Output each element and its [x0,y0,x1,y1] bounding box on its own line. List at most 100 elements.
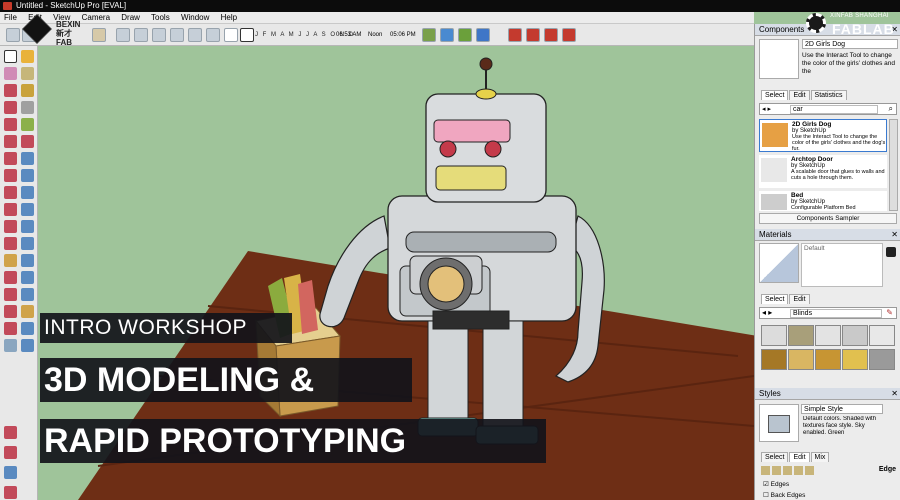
zoom-window-icon[interactable] [21,254,34,267]
material-swatch[interactable] [869,325,895,346]
paint-bucket-icon[interactable] [886,247,896,257]
components-footer[interactable]: Components Sampler [759,213,897,224]
tab-edit[interactable]: Edit [789,90,810,100]
back-edges-option[interactable]: ☐ Back Edges [763,491,805,499]
tab-edit[interactable]: Edit [789,452,810,462]
material-swatch[interactable] [761,325,787,346]
menu-draw[interactable]: Draw [121,13,140,22]
menu-tools[interactable]: Tools [151,13,170,22]
section-plane-icon[interactable] [21,288,34,301]
material-swatch[interactable] [815,325,841,346]
zoom-extents-icon[interactable] [206,28,220,42]
axes-icon[interactable] [4,220,17,233]
from-scratch-icon[interactable] [4,466,17,479]
menu-help[interactable]: Help [221,13,237,22]
material-swatch[interactable] [842,349,868,370]
orbit-tool-icon[interactable] [134,28,148,42]
material-swatch[interactable] [842,325,868,346]
pan-icon[interactable] [21,237,34,250]
wrench-icon[interactable] [4,486,17,499]
rectangle-icon[interactable] [4,84,17,97]
offset-icon[interactable] [21,169,34,182]
eyedropper-icon[interactable]: ✎ [886,308,893,317]
material-swatch[interactable] [869,349,895,370]
tape-measure-icon[interactable] [4,186,17,199]
follow-me-icon[interactable] [21,152,34,165]
sandbox-icon[interactable] [4,305,17,318]
drape-icon[interactable] [4,426,17,439]
component-list-item[interactable]: Bed by SketchUp Configurable Platform Be… [759,191,887,211]
from-contours-icon[interactable] [4,446,17,459]
fog-toggle-icon[interactable] [240,28,254,42]
rotate-icon[interactable] [4,152,17,165]
select-tool-icon[interactable] [6,28,20,42]
menu-window[interactable]: Window [181,13,209,22]
share-component-icon[interactable] [562,28,576,42]
scale-icon[interactable] [4,169,17,182]
text-icon[interactable] [21,203,34,216]
tab-select[interactable]: Select [761,90,789,100]
component-list-item[interactable]: Archtop Door by SketchUp A scalable door… [759,155,887,188]
interact-icon[interactable] [21,305,34,318]
tab-select[interactable]: Select [761,294,789,304]
flip-edge-icon[interactable] [21,322,34,335]
make-component-icon[interactable] [21,50,34,63]
materials-library-select[interactable]: Blinds [790,309,882,318]
camera-tool-icon[interactable] [116,28,130,42]
push-pull-icon[interactable] [21,135,34,148]
pan-tool-icon[interactable] [152,28,166,42]
material-swatch[interactable] [788,325,814,346]
styles-header[interactable]: Styles ✕ [755,388,900,400]
warehouse-icon[interactable] [476,28,490,42]
add-location-icon[interactable] [422,28,436,42]
search-icon[interactable]: ⌕ [889,104,893,114]
component-list-item[interactable]: 2D Girls Dog by SketchUp Use the Interac… [759,119,887,152]
components-search-input[interactable]: car [790,105,878,114]
toggle-terrain-icon[interactable] [440,28,454,42]
stamp-icon[interactable] [21,339,34,352]
back-arrow-icon[interactable]: ◂ ▸ [762,105,771,113]
zoom-tool-icon[interactable] [170,28,184,42]
walk-icon[interactable] [4,271,17,284]
3d-text-icon[interactable] [21,220,34,233]
circle-icon[interactable] [4,101,17,114]
open-file-icon[interactable] [92,28,106,42]
polygon-icon[interactable] [4,118,17,131]
protractor-icon[interactable] [4,203,17,216]
smoove-icon[interactable] [4,339,17,352]
photo-texture-icon[interactable] [458,28,472,42]
components-scrollbar[interactable] [889,119,898,211]
ruby-icon[interactable] [508,28,522,42]
menu-camera[interactable]: Camera [82,13,110,22]
close-icon[interactable]: ✕ [891,388,898,400]
tab-statistics[interactable]: Statistics [810,90,847,100]
back-arrow-icon[interactable]: ◂ ▸ [762,308,772,317]
dimension-icon[interactable] [21,186,34,199]
position-camera-icon[interactable] [4,288,17,301]
select-arrow-icon[interactable] [4,50,17,63]
zoom-window-icon[interactable] [188,28,202,42]
eraser-icon[interactable] [4,67,17,80]
shadow-toggle-icon[interactable] [224,28,238,42]
tab-mix[interactable]: Mix [810,452,830,462]
zoom-icon[interactable] [4,254,17,267]
material-swatch[interactable] [761,349,787,370]
materials-header[interactable]: Materials ✕ [755,229,900,241]
edges-option[interactable]: ☑ Edges [763,480,789,488]
menu-file[interactable]: File [4,13,17,22]
paint-bucket-icon[interactable] [21,67,34,80]
shadow-month-slider[interactable]: J F M A M J J A S O N D [255,29,405,41]
material-swatch[interactable] [788,349,814,370]
arc-icon[interactable] [21,101,34,114]
close-icon[interactable]: ✕ [891,229,898,241]
freehand-icon[interactable] [21,118,34,131]
tab-select[interactable]: Select [761,452,789,462]
add-detail-icon[interactable] [4,322,17,335]
tab-edit[interactable]: Edit [789,294,810,304]
share-model-icon[interactable] [544,28,558,42]
orbit-icon[interactable] [4,237,17,250]
move-icon[interactable] [4,135,17,148]
line-icon[interactable] [21,84,34,97]
extension-warehouse-icon[interactable] [526,28,540,42]
material-swatch[interactable] [815,349,841,370]
